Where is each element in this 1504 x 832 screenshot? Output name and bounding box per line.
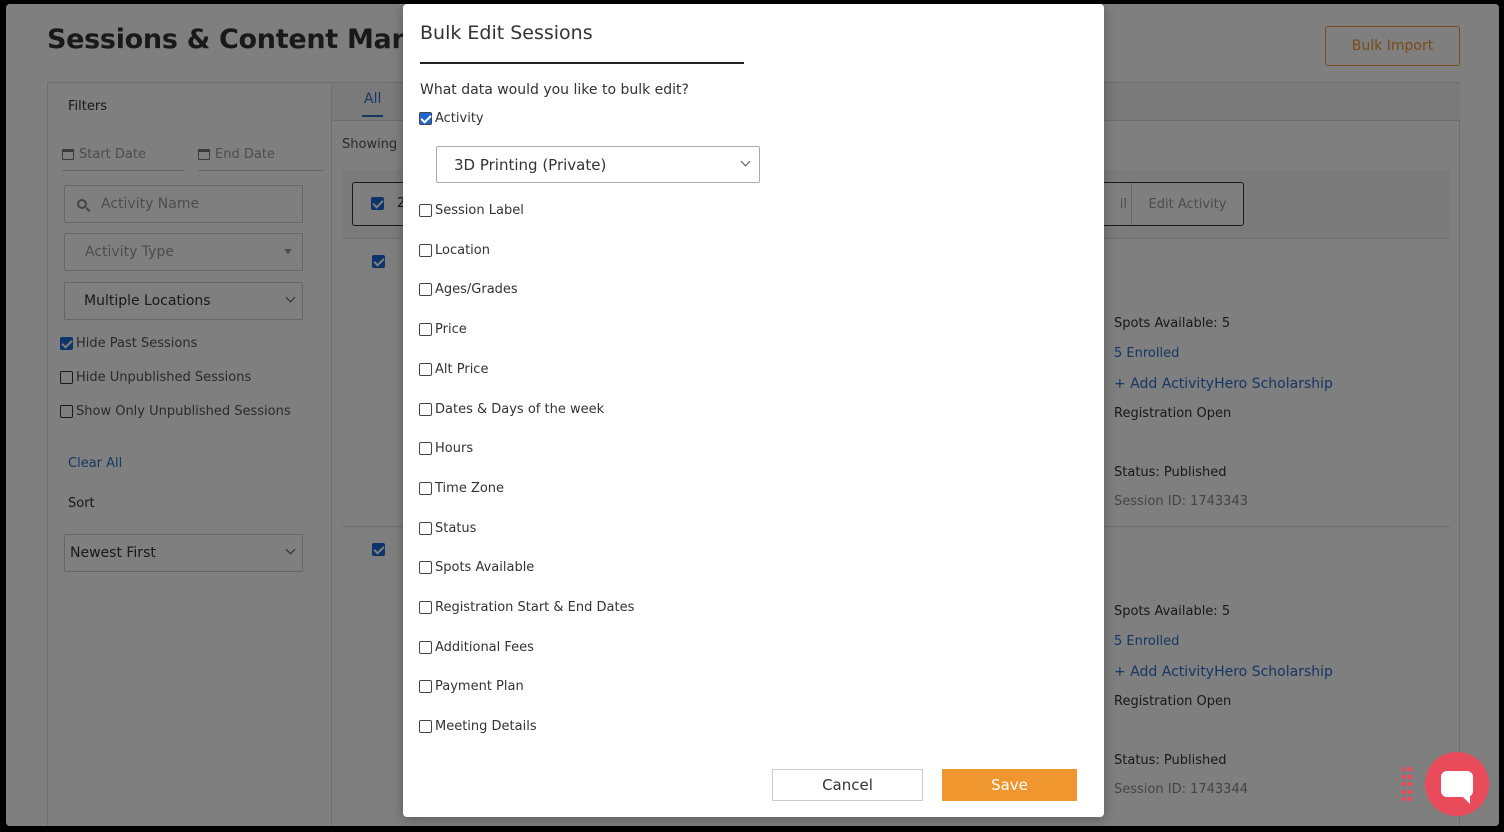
checkbox-unchecked[interactable] bbox=[419, 601, 432, 614]
chevron-down-icon bbox=[740, 156, 751, 167]
checkbox-unchecked[interactable] bbox=[419, 403, 432, 416]
checkbox-unchecked[interactable] bbox=[419, 720, 432, 733]
chat-bubble-icon bbox=[1441, 771, 1473, 804]
checkbox-unchecked[interactable] bbox=[419, 323, 432, 336]
checkbox-unchecked[interactable] bbox=[419, 283, 432, 296]
checkbox-unchecked[interactable] bbox=[419, 641, 432, 654]
modal-title: Bulk Edit Sessions bbox=[420, 22, 593, 44]
modal-question: What data would you like to bulk edit? bbox=[420, 82, 689, 98]
bulk-edit-option-label: Hours bbox=[435, 441, 474, 456]
activity-select-value: 3D Printing (Private) bbox=[454, 155, 607, 174]
bulk-edit-option-label: Dates & Days of the week bbox=[435, 402, 605, 417]
activity-option-label: Activity bbox=[435, 111, 484, 126]
title-divider bbox=[420, 62, 744, 64]
bulk-edit-option-label: Price bbox=[435, 322, 467, 337]
bulk-edit-modal: Bulk Edit Sessions What data would you l… bbox=[403, 4, 1104, 817]
bulk-edit-option-label: Spots Available bbox=[435, 560, 535, 575]
checkbox-unchecked[interactable] bbox=[419, 363, 432, 376]
checkbox-unchecked[interactable] bbox=[419, 442, 432, 455]
bulk-edit-option[interactable]: Spots Available bbox=[419, 560, 534, 575]
bulk-edit-option-label: Alt Price bbox=[435, 362, 489, 377]
bulk-edit-option-label: Ages/Grades bbox=[435, 282, 518, 297]
bulk-edit-option-label: Location bbox=[435, 243, 490, 258]
bulk-edit-option[interactable]: Status bbox=[419, 521, 476, 536]
bulk-edit-option-label: Additional Fees bbox=[435, 640, 534, 655]
bulk-edit-option[interactable]: Alt Price bbox=[419, 362, 488, 377]
bulk-edit-option[interactable]: Meeting Details bbox=[419, 719, 537, 734]
bulk-edit-option-label: Registration Start & End Dates bbox=[435, 600, 635, 615]
activity-option[interactable]: Activity bbox=[419, 111, 484, 126]
checkbox-unchecked[interactable] bbox=[419, 561, 432, 574]
cancel-button[interactable]: Cancel bbox=[772, 769, 923, 801]
app-window: Sessions & Content Manag Bulk Import Fil… bbox=[6, 4, 1499, 826]
bulk-edit-option-label: Payment Plan bbox=[435, 679, 524, 694]
bulk-edit-option[interactable]: Registration Start & End Dates bbox=[419, 600, 634, 615]
bulk-edit-option[interactable]: Ages/Grades bbox=[419, 282, 518, 297]
bulk-edit-option[interactable]: Additional Fees bbox=[419, 640, 534, 655]
checkbox-unchecked[interactable] bbox=[419, 244, 432, 257]
bulk-edit-option-label: Time Zone bbox=[435, 481, 505, 496]
checkbox-checked[interactable] bbox=[419, 112, 432, 125]
chat-widget-button[interactable] bbox=[1425, 752, 1489, 816]
bulk-edit-option-label: Session Label bbox=[435, 203, 524, 218]
bulk-edit-option[interactable]: Session Label bbox=[419, 203, 524, 218]
bulk-edit-option[interactable]: Price bbox=[419, 322, 467, 337]
drag-handle-icon[interactable] bbox=[1402, 767, 1412, 803]
bulk-edit-option-label: Status bbox=[435, 521, 477, 536]
checkbox-unchecked[interactable] bbox=[419, 680, 432, 693]
checkbox-unchecked[interactable] bbox=[419, 204, 432, 217]
bulk-edit-option[interactable]: Payment Plan bbox=[419, 679, 524, 694]
activity-select[interactable]: 3D Printing (Private) bbox=[436, 146, 760, 183]
bulk-edit-option[interactable]: Location bbox=[419, 243, 490, 258]
checkbox-unchecked[interactable] bbox=[419, 482, 432, 495]
bulk-edit-option[interactable]: Hours bbox=[419, 441, 473, 456]
bulk-edit-option-label: Meeting Details bbox=[435, 719, 537, 734]
bulk-edit-option[interactable]: Time Zone bbox=[419, 481, 504, 496]
checkbox-unchecked[interactable] bbox=[419, 522, 432, 535]
save-button[interactable]: Save bbox=[942, 769, 1077, 801]
bulk-edit-option[interactable]: Dates & Days of the week bbox=[419, 402, 604, 417]
